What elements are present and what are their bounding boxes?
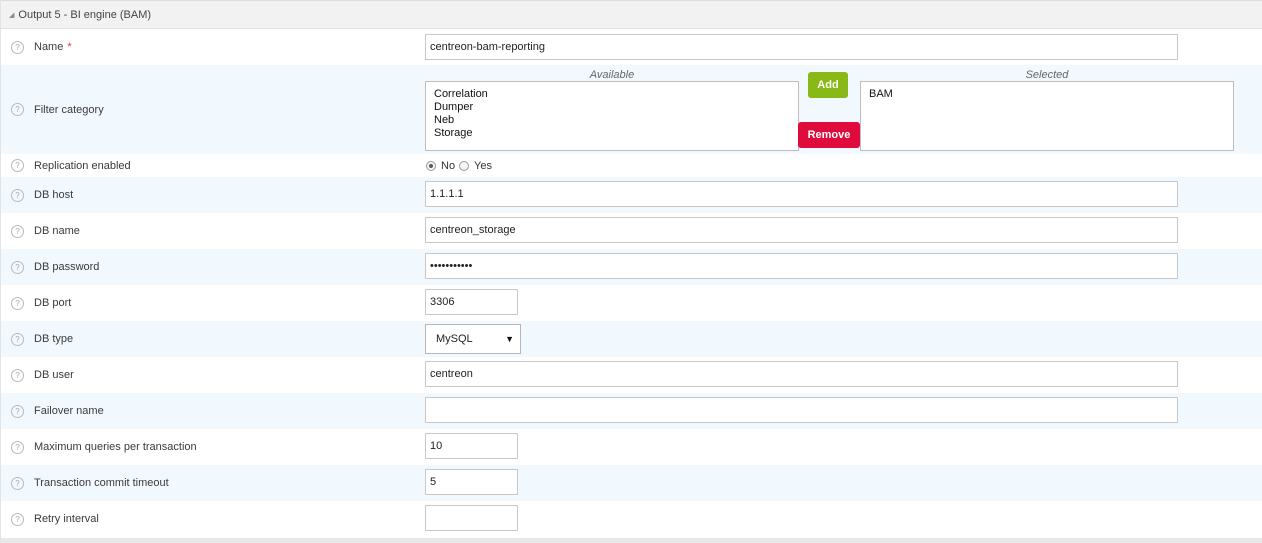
help-circle-icon[interactable]: ? (11, 369, 24, 382)
max-queries-label: Maximum queries per transaction (34, 441, 197, 453)
row-db-user: ? DB user centreon (1, 357, 1262, 393)
db-name-input[interactable]: centreon_storage (425, 217, 1178, 243)
db-type-select[interactable]: MySQL ▼ (425, 324, 521, 354)
help-circle-icon[interactable]: ? (11, 297, 24, 310)
available-caption: Available (589, 69, 635, 81)
remove-button[interactable]: Remove (798, 122, 860, 148)
row-replication: ? Replication enabled No Yes (1, 154, 1262, 177)
commit-timeout-input[interactable]: 5 (425, 469, 518, 495)
row-db-name: ? DB name centreon_storage (1, 213, 1262, 249)
retry-interval-input[interactable] (425, 505, 518, 531)
help-circle-icon[interactable]: ? (11, 261, 24, 274)
replication-no-radio[interactable] (426, 161, 436, 171)
section-title: Output 5 - BI engine (BAM) (18, 8, 152, 21)
row-retry-interval: ? Retry interval (1, 501, 1262, 538)
help-circle-icon[interactable]: ? (11, 405, 24, 418)
row-name: ? Name * centreon-bam-reporting (1, 29, 1262, 65)
selected-caption: Selected (1025, 69, 1069, 81)
replication-yes-radio[interactable] (459, 161, 469, 171)
help-circle-icon[interactable]: ? (11, 477, 24, 490)
list-item[interactable]: BAM (869, 88, 1233, 101)
db-password-label: DB password (34, 261, 100, 273)
failover-name-label: Failover name (34, 405, 104, 417)
db-type-label: DB type (34, 333, 74, 345)
db-user-label: DB user (34, 369, 74, 381)
row-max-queries: ? Maximum queries per transaction 10 (1, 429, 1262, 465)
name-label: Name * (34, 41, 72, 53)
help-circle-icon[interactable]: ? (11, 103, 24, 116)
broker-output-panel: ◢ Output 5 - BI engine (BAM) ? Name * cen… (0, 0, 1262, 543)
section-header[interactable]: ◢ Output 5 - BI engine (BAM) (1, 0, 1262, 29)
help-circle-icon[interactable]: ? (11, 513, 24, 526)
db-password-input[interactable]: ••••••••••• (425, 253, 1178, 279)
replication-yes-label[interactable]: Yes (474, 160, 492, 172)
list-item[interactable]: Neb (434, 114, 798, 127)
row-db-host: ? DB host 1.1.1.1 (1, 177, 1262, 213)
available-listbox[interactable]: Correlation Dumper Neb Storage (425, 81, 799, 151)
help-circle-icon[interactable]: ? (11, 41, 24, 54)
db-type-value: MySQL (436, 333, 473, 345)
retry-interval-label: Retry interval (34, 513, 99, 525)
selected-listbox[interactable]: BAM (860, 81, 1234, 151)
help-circle-icon[interactable]: ? (11, 189, 24, 202)
db-user-input[interactable]: centreon (425, 361, 1178, 387)
add-button[interactable]: Add (808, 72, 848, 98)
row-db-port: ? DB port 3306 (1, 285, 1262, 321)
db-port-input[interactable]: 3306 (425, 289, 518, 315)
list-item[interactable]: Storage (434, 127, 798, 140)
list-item[interactable]: Dumper (434, 101, 798, 114)
failover-name-input[interactable] (425, 397, 1178, 423)
db-host-label: DB host (34, 189, 74, 201)
filter-category-label: Filter category (34, 104, 104, 116)
list-item[interactable]: Correlation (434, 88, 798, 101)
db-port-label: DB port (34, 297, 72, 309)
name-input[interactable]: centreon-bam-reporting (425, 34, 1178, 60)
help-circle-icon[interactable]: ? (11, 333, 24, 346)
db-name-label: DB name (34, 225, 80, 237)
db-host-input[interactable]: 1.1.1.1 (425, 181, 1178, 207)
row-db-type: ? DB type MySQL ▼ (1, 321, 1262, 357)
help-circle-icon[interactable]: ? (11, 159, 24, 172)
bottom-divider (1, 538, 1262, 543)
commit-timeout-label: Transaction commit timeout (34, 477, 169, 489)
dropdown-arrow-icon: ▼ (505, 334, 514, 344)
replication-label: Replication enabled (34, 160, 131, 172)
help-circle-icon[interactable]: ? (11, 441, 24, 454)
help-circle-icon[interactable]: ? (11, 225, 24, 238)
required-asterisk: * (67, 41, 72, 53)
replication-no-label[interactable]: No (441, 160, 455, 172)
collapse-triangle-icon[interactable]: ◢ (9, 11, 14, 19)
row-commit-timeout: ? Transaction commit timeout 5 (1, 465, 1262, 501)
row-db-password: ? DB password ••••••••••• (1, 249, 1262, 285)
max-queries-input[interactable]: 10 (425, 433, 518, 459)
row-failover-name: ? Failover name (1, 393, 1262, 429)
